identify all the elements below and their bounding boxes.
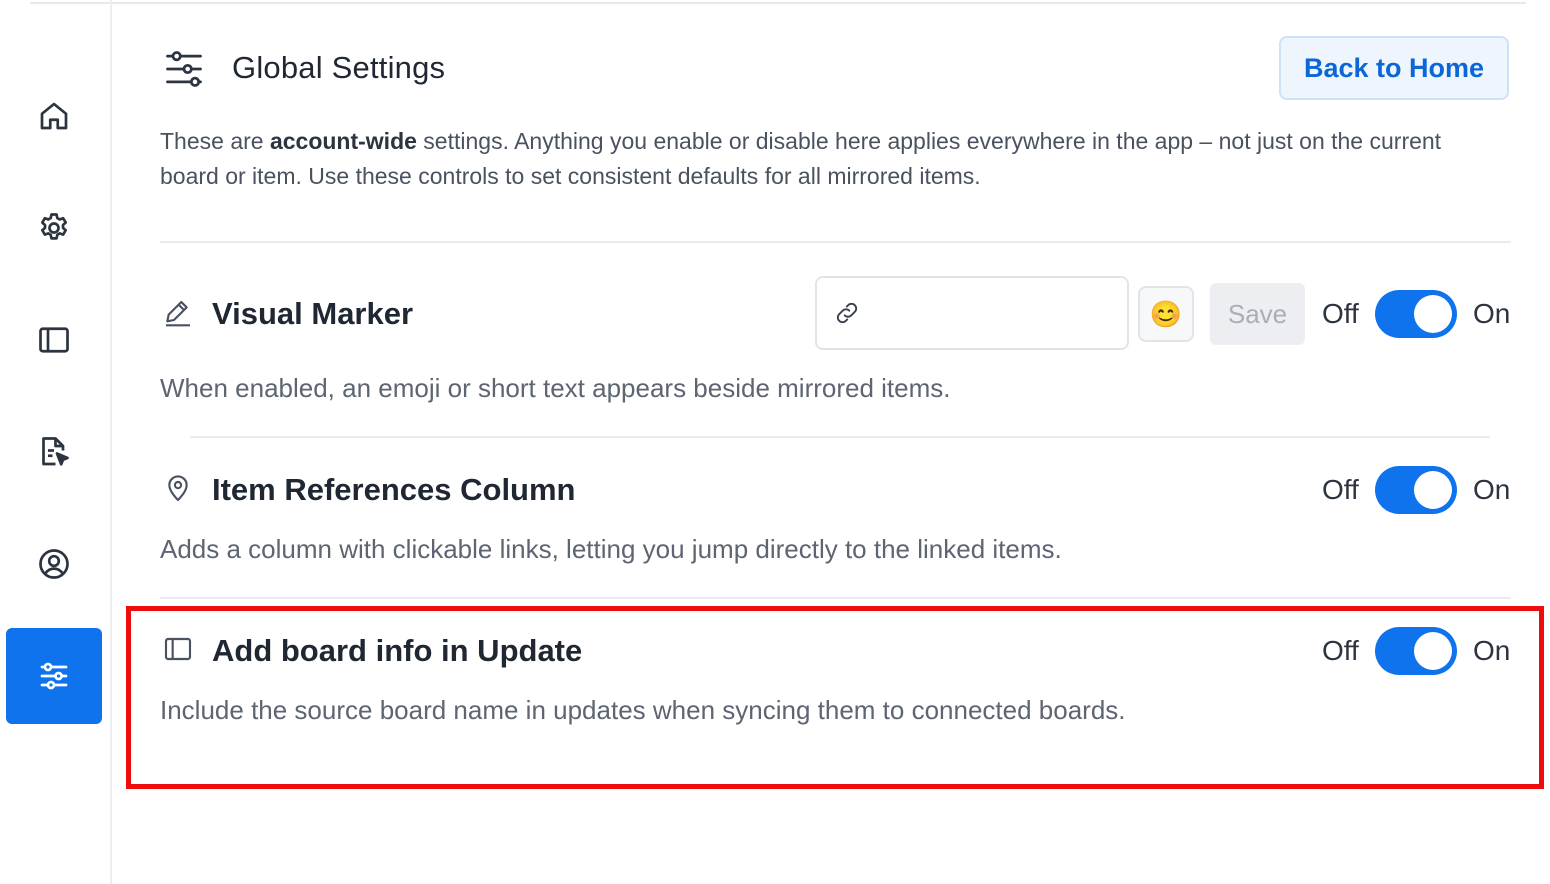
back-to-home-button[interactable]: Back to Home — [1279, 36, 1509, 100]
setting-description: When enabled, an emoji or short text app… — [160, 373, 951, 403]
top-divider — [30, 2, 1526, 4]
setting-title-visual-marker: Visual Marker — [212, 296, 414, 331]
visual-marker-toggle[interactable] — [1375, 290, 1457, 338]
divider — [190, 436, 1490, 438]
user-circle-icon — [39, 549, 69, 579]
toggle-off-label: Off — [1322, 474, 1359, 505]
intro-prefix: These are — [160, 128, 270, 154]
map-pin-icon — [168, 475, 188, 502]
panel-icon — [164, 637, 192, 661]
intro-bold: account-wide — [269, 128, 417, 154]
emoji-glyph: 😊 — [1149, 298, 1183, 329]
toggle-knob — [1414, 632, 1452, 670]
toggle-knob — [1414, 295, 1452, 333]
toggle-knob — [1414, 471, 1452, 509]
toggle-off-label: Off — [1322, 635, 1359, 666]
intro-text: These are account-wide settings. Anythin… — [160, 124, 1460, 194]
sidebar-item-settings[interactable] — [6, 180, 102, 276]
sidebar — [0, 0, 112, 884]
toggle-on-label: On — [1473, 635, 1511, 666]
sidebar-item-global-settings[interactable] — [6, 628, 102, 724]
sidebar-item-document[interactable] — [6, 404, 102, 500]
marker-text-field[interactable] — [815, 276, 1129, 350]
board-info-toggle[interactable] — [1375, 627, 1457, 675]
sidebar-item-profile[interactable] — [6, 516, 102, 612]
sidebar-item-home[interactable] — [6, 68, 102, 164]
marker-input[interactable] — [871, 299, 1115, 327]
emoji-picker-button[interactable]: 😊 — [1138, 286, 1194, 342]
divider — [160, 597, 1511, 599]
save-button[interactable]: Save — [1210, 283, 1305, 345]
gear-icon — [40, 213, 68, 240]
sliders-icon — [166, 51, 202, 87]
setting-description: Adds a column with clickable links, lett… — [160, 534, 1062, 564]
toggle-on-label: On — [1473, 474, 1511, 505]
sliders-icon — [40, 662, 68, 690]
setting-description: Include the source board name in updates… — [160, 695, 1126, 725]
document-cursor-icon — [42, 437, 69, 466]
setting-title-board-info: Add board info in Update — [212, 633, 583, 668]
link-icon — [836, 302, 858, 324]
page-title: Global Settings — [232, 50, 446, 85]
setting-title-item-references: Item References Column — [212, 472, 576, 507]
panel-icon — [39, 327, 69, 353]
home-icon — [40, 102, 68, 130]
sidebar-item-board[interactable] — [6, 292, 102, 388]
toggle-off-label: Off — [1322, 298, 1359, 329]
pencil-icon — [166, 300, 190, 327]
item-references-toggle[interactable] — [1375, 466, 1457, 514]
toggle-on-label: On — [1473, 298, 1511, 329]
divider — [160, 241, 1511, 243]
